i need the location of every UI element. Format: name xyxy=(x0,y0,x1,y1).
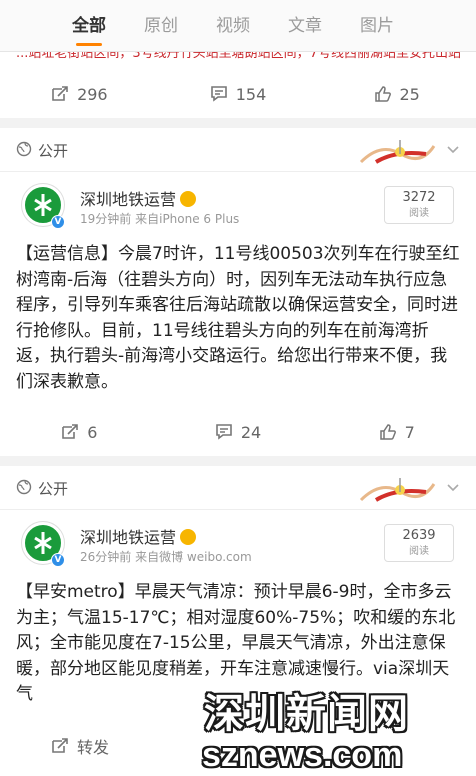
tab-all[interactable]: 全部 xyxy=(72,0,106,52)
post-source: 来自微博 weibo.com xyxy=(135,550,252,564)
globe-icon xyxy=(16,141,32,161)
action-bar: 296 154 25 xyxy=(0,70,476,118)
repost-button[interactable]: 6 xyxy=(0,423,159,442)
author-name[interactable]: 深圳地铁运营 xyxy=(80,524,197,548)
repost-icon xyxy=(61,423,79,441)
previous-post: ...站址老街站区间，3号线丹竹头站至塘朗站区间，7号线西丽湖站至安托山站区间，… xyxy=(0,52,476,118)
read-label: 阅读 xyxy=(409,546,429,557)
chevron-down-icon[interactable] xyxy=(446,480,460,499)
visibility-label: 公开 xyxy=(16,478,68,499)
repost-button[interactable]: 转发 xyxy=(0,734,160,758)
metro-logo-icon xyxy=(34,532,52,554)
tab-original[interactable]: 原创 xyxy=(144,0,178,52)
author-name[interactable]: 深圳地铁运营 xyxy=(80,186,197,210)
comment-button[interactable]: 154 xyxy=(159,85,318,104)
repost-button[interactable]: 296 xyxy=(0,85,159,104)
post-card: 公开 V 深圳地铁运营 19分钟前 来自iPhone 6 Plus 3272 阅… xyxy=(0,128,476,456)
tab-image[interactable]: 图片 xyxy=(360,0,394,52)
repost-icon xyxy=(51,85,69,103)
chevron-down-icon[interactable] xyxy=(446,142,460,161)
watermark-url: sznews.com xyxy=(202,736,403,774)
action-bar: 6 24 7 xyxy=(0,408,476,456)
visibility-label: 公开 xyxy=(16,140,68,161)
verified-badge-icon: V xyxy=(51,553,65,567)
read-count-box: 2639 阅读 xyxy=(384,524,454,562)
post-time: 19分钟前 xyxy=(80,212,132,226)
vip-badge-icon xyxy=(180,191,197,207)
post-source: 来自iPhone 6 Plus xyxy=(135,212,240,226)
read-count: 2639 xyxy=(402,528,436,543)
repost-count: 296 xyxy=(77,84,108,104)
post-author: V 深圳地铁运营 26分钟前 来自微博 weibo.com 2639 阅读 xyxy=(0,510,476,572)
card-header: 公开 xyxy=(0,128,476,172)
comment-icon xyxy=(215,423,233,441)
repost-icon xyxy=(51,737,69,755)
comment-icon xyxy=(210,85,228,103)
post-time: 26分钟前 xyxy=(80,550,132,564)
read-count-box: 3272 阅读 xyxy=(384,186,454,224)
post-text: 【运营信息】今晨7时许，11号线00503次列车在行驶至红树湾南-后海（往碧头方… xyxy=(16,244,460,392)
comment-button[interactable]: 24 xyxy=(159,423,318,442)
flag-decoration-icon xyxy=(356,132,436,174)
metro-logo-icon xyxy=(34,194,52,216)
repost-count: 6 xyxy=(87,422,98,442)
watermark-title: 深圳新闻网 xyxy=(204,691,409,737)
tab-video[interactable]: 视频 xyxy=(216,0,250,52)
tab-article[interactable]: 文章 xyxy=(288,0,322,52)
read-label: 阅读 xyxy=(409,208,429,219)
thumbs-up-icon xyxy=(374,85,392,103)
truncated-post-text: ...站址老街站区间，3号线丹竹头站至塘朗站区间，7号线西丽湖站至安托山站区间，… xyxy=(16,52,460,61)
globe-icon xyxy=(16,479,32,499)
post-author: V 深圳地铁运营 19分钟前 来自iPhone 6 Plus 3272 阅读 xyxy=(0,172,476,234)
like-button[interactable]: 7 xyxy=(317,423,476,442)
repost-label: 转发 xyxy=(76,738,109,757)
vip-badge-icon xyxy=(180,529,197,545)
card-header: 公开 xyxy=(0,466,476,510)
verified-badge-icon: V xyxy=(51,215,65,229)
post-text: 【早安metro】早晨天气清凉：预计早晨6-9时，全市多云为主；气温15-17℃… xyxy=(16,582,456,704)
comment-count: 154 xyxy=(235,84,267,104)
post-meta: 19分钟前 来自iPhone 6 Plus xyxy=(80,210,239,227)
like-count: 7 xyxy=(404,422,415,442)
read-count: 3272 xyxy=(402,190,436,205)
comment-count: 24 xyxy=(240,422,262,442)
filter-tabs: 全部 原创 视频 文章 图片 xyxy=(0,0,476,52)
post-meta: 26分钟前 来自微博 weibo.com xyxy=(80,548,252,565)
flag-decoration-icon xyxy=(356,470,436,512)
like-button[interactable]: 25 xyxy=(317,85,476,104)
like-count: 25 xyxy=(399,84,420,104)
thumbs-up-icon xyxy=(379,423,397,441)
